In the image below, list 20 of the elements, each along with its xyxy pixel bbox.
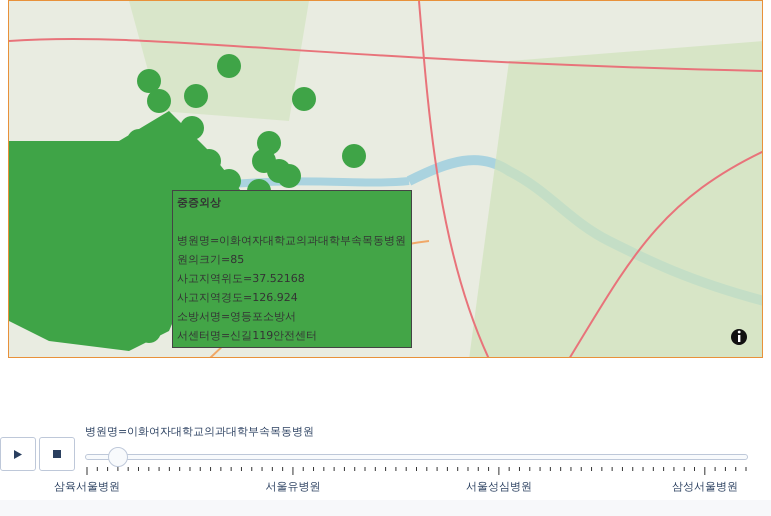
slider-tick-label[interactable]: 삼육서울병원 [54,478,120,495]
tooltip-line: 사고지역위도=37.52168 [177,271,306,287]
slider-tick-label[interactable]: 서울유병원 [265,478,320,495]
slider-tick-label[interactable]: 서울성심병원 [466,478,532,495]
info-icon[interactable] [731,329,747,345]
slider-track[interactable] [85,454,748,460]
tooltip-title: 중증외상 [177,195,222,211]
tooltip-line: 원의크기=85 [177,252,246,268]
tooltip-line: 서센터명=신길119안전센터 [177,328,318,344]
map-panel[interactable]: 중증외상 병원명=이화여자대학교의과대학부속목동병원 원의크기=85 사고지역위도=37.52168 사고지역경도=126.924 소방서명=영등포소방서 서센터명=신길119안전센터 [8,0,763,358]
tooltip-line: 소방서명=영등포소방서 [177,309,298,325]
tooltip-line: 사고지역경도=126.924 [177,290,299,306]
stop-button[interactable] [39,437,75,471]
slider-current-value: 병원명=이화여자대학교의과대학부속목동병원 [85,424,316,440]
slider-handle[interactable] [108,446,128,466]
slider-tick-label[interactable]: 삼성서울병원 [672,478,738,495]
play-button[interactable] [0,437,36,471]
stop-icon [53,450,61,458]
tooltip-line: 병원명=이화여자대학교의과대학부속목동병원 [177,233,407,249]
play-icon [14,450,22,458]
